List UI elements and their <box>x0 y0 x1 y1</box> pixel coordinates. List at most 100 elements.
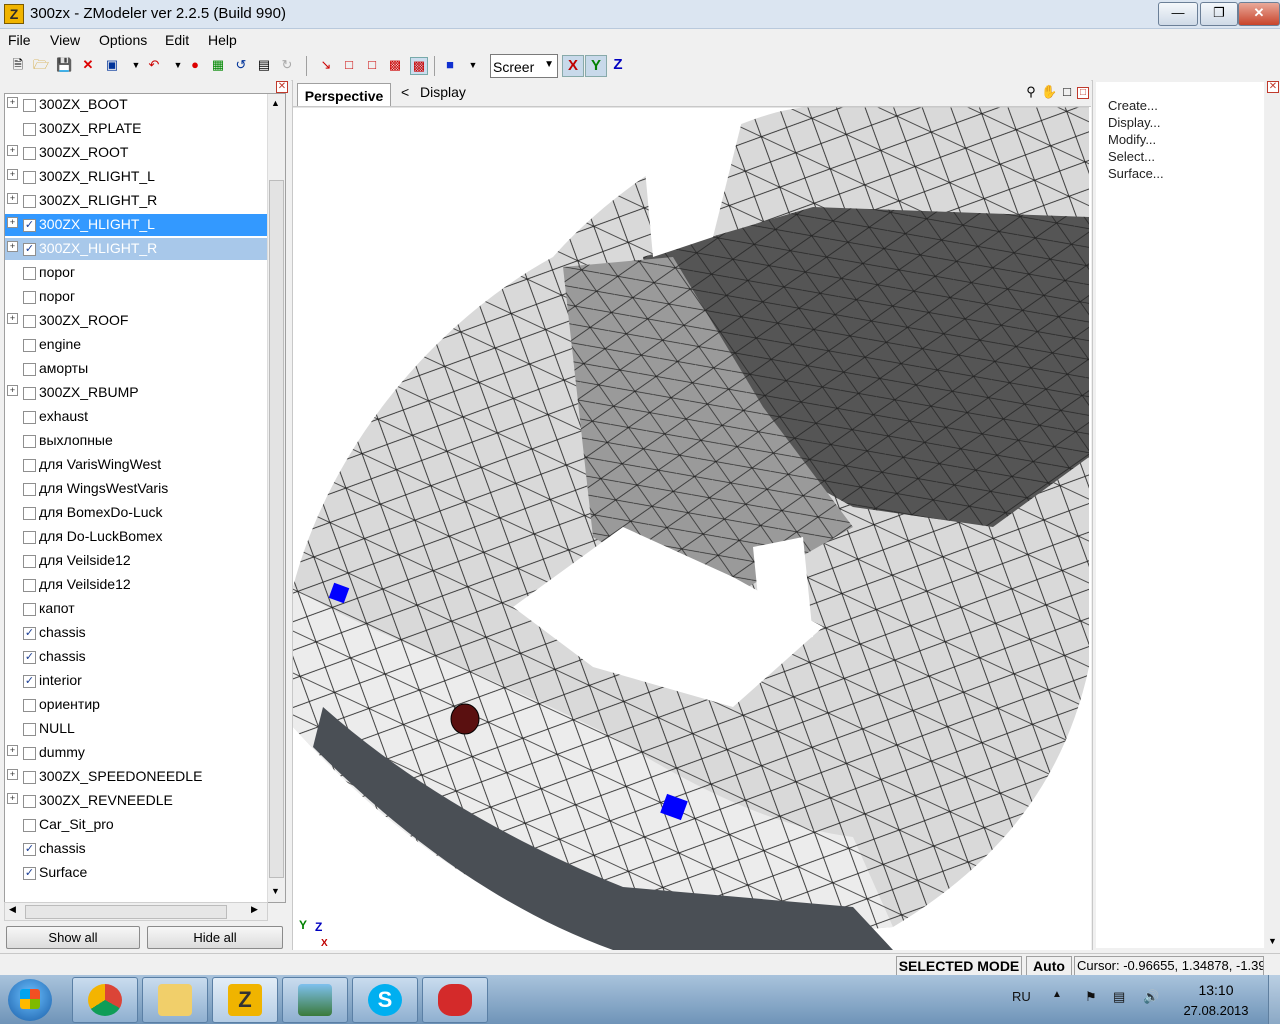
select-object-icon[interactable]: □ <box>364 57 380 73</box>
visibility-checkbox[interactable]: ✓ <box>23 843 36 856</box>
tree-row[interactable]: порог <box>5 262 267 284</box>
start-button[interactable] <box>8 979 52 1021</box>
shaded-cube-icon[interactable]: ■ <box>442 57 458 73</box>
visibility-checkbox[interactable]: ✓ <box>23 243 36 256</box>
volume-icon[interactable]: 🔊 <box>1143 989 1159 1005</box>
command-display[interactable]: Display... <box>1108 115 1161 130</box>
visibility-checkbox[interactable] <box>23 555 36 568</box>
taskbar-paint-app[interactable] <box>422 977 488 1023</box>
zoom-icon[interactable]: ⚲ <box>1023 84 1039 100</box>
visibility-checkbox[interactable]: ✓ <box>23 675 36 688</box>
tree-row[interactable]: +300ZX_ROOT <box>5 142 267 164</box>
visibility-checkbox[interactable]: ✓ <box>23 219 36 232</box>
visibility-checkbox[interactable] <box>23 459 36 472</box>
shading-dropdown-icon[interactable]: ▼ <box>465 57 481 73</box>
visibility-checkbox[interactable] <box>23 603 36 616</box>
expand-plus-icon[interactable]: + <box>7 241 18 252</box>
scroll-down-icon[interactable]: ▼ <box>1268 936 1277 946</box>
view-mode-select[interactable]: Screer ▼ <box>490 54 558 78</box>
undo-icon[interactable]: ↶ <box>146 57 162 73</box>
tree-row[interactable]: +300ZX_RBUMP <box>5 382 267 404</box>
menu-view[interactable]: View <box>50 32 80 48</box>
visibility-checkbox[interactable]: ✓ <box>23 651 36 664</box>
maximize-button[interactable]: ❐ <box>1200 2 1238 26</box>
taskbar-skype[interactable]: S <box>352 977 418 1023</box>
scroll-right-icon[interactable]: ▶ <box>251 904 258 915</box>
tree-row[interactable]: NULL <box>5 718 267 740</box>
show-desktop-button[interactable] <box>1268 975 1280 1024</box>
import-icon[interactable]: ▣ <box>104 57 120 73</box>
tree-row[interactable]: engine <box>5 334 267 356</box>
tree-row[interactable]: для Veilside12 <box>5 550 267 572</box>
visibility-checkbox[interactable] <box>23 747 36 760</box>
tree-row[interactable]: ✓ chassis <box>5 622 267 644</box>
pan-hand-icon[interactable]: ✋ <box>1041 84 1057 100</box>
tree-row[interactable]: 300ZX_RPLATE <box>5 118 267 140</box>
expand-plus-icon[interactable]: + <box>7 385 18 396</box>
visibility-checkbox[interactable] <box>23 291 36 304</box>
rotate-left-icon[interactable]: ↺ <box>233 57 249 73</box>
tree-row[interactable]: порог <box>5 286 267 308</box>
expand-plus-icon[interactable]: + <box>7 313 18 324</box>
visibility-checkbox[interactable] <box>23 723 36 736</box>
command-scrollbar[interactable]: ✕ ▼ <box>1265 80 1280 950</box>
auto-status[interactable]: Auto <box>1026 956 1072 976</box>
axis-y-button[interactable]: Y <box>585 55 607 77</box>
language-indicator[interactable]: RU <box>1012 989 1031 1004</box>
tree-row[interactable]: +300ZX_ROOF <box>5 310 267 332</box>
tree-row[interactable]: для BomexDo-Luck <box>5 502 267 524</box>
command-create[interactable]: Create... <box>1108 98 1158 113</box>
menu-edit[interactable]: Edit <box>165 32 189 48</box>
redo-icon[interactable]: ↻ <box>279 57 295 73</box>
visibility-checkbox[interactable] <box>23 579 36 592</box>
axis-z-button[interactable]: Z <box>608 55 628 75</box>
taskbar-photo-viewer[interactable] <box>282 977 348 1023</box>
action-center-flag-icon[interactable]: ⚑ <box>1085 989 1097 1005</box>
visibility-checkbox[interactable]: ✓ <box>23 867 36 880</box>
tree-row[interactable]: для VarisWingWest <box>5 454 267 476</box>
visibility-checkbox[interactable] <box>23 483 36 496</box>
close-window-button[interactable]: ✕ <box>1238 2 1280 26</box>
expand-plus-icon[interactable]: + <box>7 145 18 156</box>
tree-row[interactable]: ✓ interior <box>5 670 267 692</box>
close-viewport-icon[interactable]: □ <box>1077 87 1089 99</box>
tree-row[interactable]: для Veilside12 <box>5 574 267 596</box>
menu-file[interactable]: File <box>8 32 31 48</box>
tree-row[interactable]: Car_Sit_pro <box>5 814 267 836</box>
select-vertex-icon[interactable]: ↘ <box>318 57 334 73</box>
expand-plus-icon[interactable]: + <box>7 169 18 180</box>
visibility-checkbox[interactable] <box>23 507 36 520</box>
tree-row[interactable]: выхлопные <box>5 430 267 452</box>
visibility-checkbox[interactable] <box>23 435 36 448</box>
visibility-checkbox[interactable] <box>23 315 36 328</box>
delete-icon[interactable]: ✕ <box>80 57 96 73</box>
visibility-checkbox[interactable] <box>23 171 36 184</box>
taskbar-chrome[interactable] <box>72 977 138 1023</box>
visibility-checkbox[interactable] <box>23 531 36 544</box>
hide-all-button[interactable]: Hide all <box>147 926 283 949</box>
visibility-checkbox[interactable] <box>23 195 36 208</box>
tree-horizontal-scrollbar[interactable]: ◀ ▶ <box>4 902 268 921</box>
select-box-icon[interactable]: □ <box>341 57 357 73</box>
visibility-checkbox[interactable] <box>23 123 36 136</box>
visibility-checkbox[interactable] <box>23 267 36 280</box>
import-dropdown-icon[interactable]: ▼ <box>128 57 144 73</box>
tray-expand-icon[interactable]: ▲ <box>1052 989 1062 1000</box>
visibility-checkbox[interactable] <box>23 819 36 832</box>
tree-row[interactable]: + ✓ 300ZX_HLIGHT_L <box>5 214 267 236</box>
menu-help[interactable]: Help <box>208 32 237 48</box>
show-all-button[interactable]: Show all <box>6 926 140 949</box>
viewport-3d[interactable]: Perspective < Display ⚲ ✋ □ □ Y Z X <box>292 80 1091 950</box>
tab-display-arrow[interactable]: < <box>401 84 409 100</box>
visibility-checkbox[interactable] <box>23 387 36 400</box>
undo-dropdown-icon[interactable]: ▼ <box>170 57 186 73</box>
tree-row[interactable]: + ✓ 300ZX_HLIGHT_R <box>5 238 267 260</box>
new-file-icon[interactable]: 🗎 <box>10 57 26 73</box>
scroll-up-icon[interactable]: ▲ <box>271 98 280 108</box>
minimize-button[interactable]: — <box>1158 2 1198 26</box>
expand-plus-icon[interactable]: + <box>7 193 18 204</box>
visibility-checkbox[interactable] <box>23 147 36 160</box>
visibility-checkbox[interactable] <box>23 699 36 712</box>
clock-time[interactable]: 13:10 <box>1180 982 1252 998</box>
save-icon[interactable]: 💾 <box>56 57 72 73</box>
